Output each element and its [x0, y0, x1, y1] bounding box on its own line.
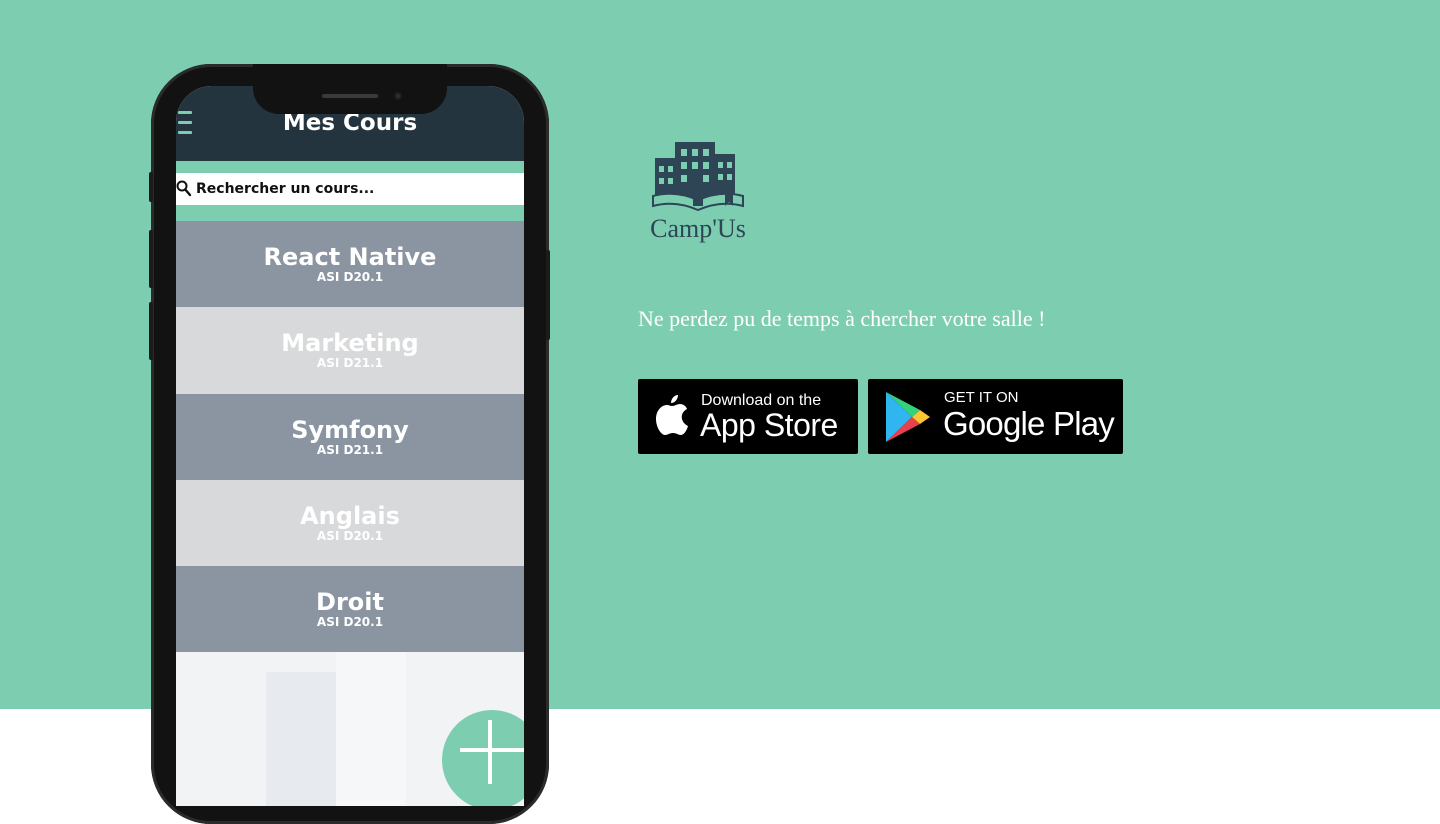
course-name: Symfony [291, 415, 409, 444]
google-play-big-label: Google Play [943, 405, 1115, 442]
phone-screen: Mes Cours React Native ASI D20.1 Marketi… [176, 86, 524, 806]
course-name: Marketing [281, 329, 419, 358]
phone-camera [394, 92, 402, 100]
app-store-big-label: App Store [700, 407, 838, 443]
phone-mute-switch [149, 172, 153, 202]
course-code: ASI D21.1 [316, 356, 384, 371]
phone-notch [253, 64, 447, 114]
phone-volume-up [149, 230, 153, 288]
course-code: ASI D20.1 [316, 615, 384, 630]
course-list: React Native ASI D20.1 Marketing ASI D21… [176, 221, 524, 653]
course-item-anglais[interactable]: Anglais ASI D20.1 [176, 479, 524, 567]
course-code: ASI D20.1 [316, 529, 384, 544]
google-play-icon [886, 392, 930, 442]
brand-name: Camp'Us [650, 214, 746, 243]
app-store-button[interactable]: Download on the App Store [638, 379, 858, 454]
background-shape [336, 652, 406, 806]
search-bar [176, 173, 524, 205]
tagline: Ne perdez pu de temps à chercher votre s… [638, 306, 1046, 331]
course-code: ASI D20.1 [316, 270, 384, 285]
phone-volume-down [149, 302, 153, 360]
background-shape [266, 672, 336, 806]
course-item-symfony[interactable]: Symfony ASI D21.1 [176, 393, 524, 480]
course-item-marketing[interactable]: Marketing ASI D21.1 [176, 307, 524, 394]
google-play-small-label: GET IT ON [944, 389, 1019, 406]
course-name: Anglais [300, 502, 400, 531]
search-icon [176, 180, 192, 198]
course-name: Droit [316, 588, 384, 617]
course-name: React Native [263, 243, 437, 272]
plus-icon [488, 720, 492, 784]
google-play-button[interactable]: GET IT ON Google Play [868, 379, 1123, 454]
search-input[interactable] [192, 174, 516, 204]
apple-icon [656, 395, 688, 435]
course-item-react-native[interactable]: React Native ASI D20.1 [176, 221, 524, 308]
phone-power-button [546, 250, 550, 340]
course-item-droit[interactable]: Droit ASI D20.1 [176, 566, 524, 653]
building-logo-icon [652, 142, 744, 212]
course-code: ASI D21.1 [316, 442, 384, 457]
plus-icon [460, 748, 524, 752]
phone-speaker [322, 94, 378, 98]
